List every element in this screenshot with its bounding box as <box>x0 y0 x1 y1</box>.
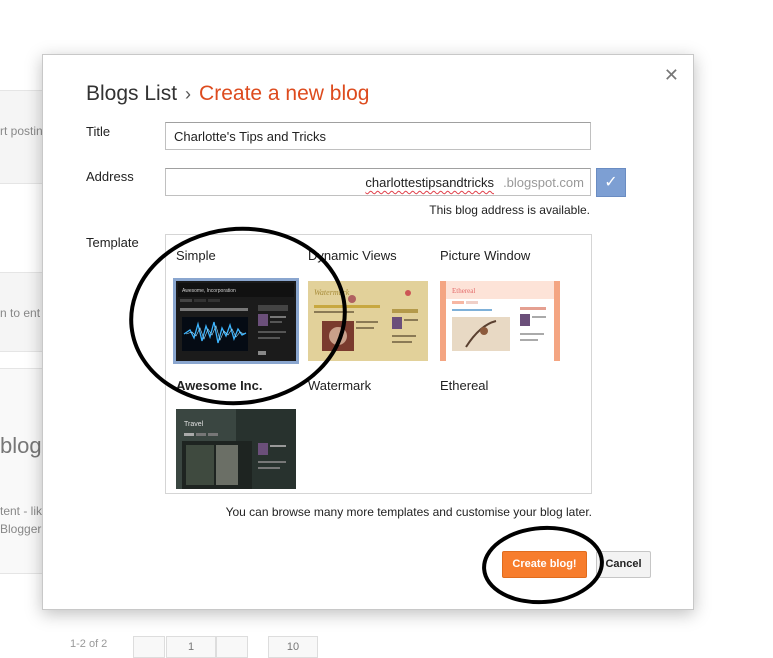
template-thumb-ethereal[interactable]: Ethereal <box>440 281 560 361</box>
cancel-button[interactable]: Cancel <box>596 551 651 578</box>
breadcrumb-blogs-list[interactable]: Blogs List <box>86 82 177 105</box>
template-name-picture-window[interactable]: Picture Window <box>440 248 530 263</box>
breadcrumb: Blogs List › Create a new blog <box>86 82 370 106</box>
template-thumb-watermark[interactable]: Watermark <box>308 281 428 361</box>
page-title: Create a new blog <box>199 82 370 105</box>
thumb-title: Ethereal <box>452 287 475 295</box>
template-variant-awesome-inc[interactable]: Awesome Inc. <box>176 378 262 393</box>
close-icon[interactable]: ✕ <box>664 66 679 84</box>
background-text: Blogger <box>0 522 42 536</box>
address-suffix: .blogspot.com <box>503 175 584 190</box>
template-hint: You can browse many more templates and c… <box>225 505 592 519</box>
address-input[interactable]: charlottestipsandtricks .blogspot.com <box>165 168 591 196</box>
thumb-title: Travel <box>184 421 204 428</box>
pagination-count: 1-2 of 2 <box>70 638 108 650</box>
create-blog-button[interactable]: Create blog! <box>502 551 587 578</box>
title-label: Title <box>86 124 111 139</box>
awesome-inc-preview: Awesome, Incorporation <box>176 281 296 361</box>
address-status: This blog address is available. <box>429 203 590 217</box>
template-name-dynamic-views[interactable]: Dynamic Views <box>308 248 397 263</box>
background-text: n to ent <box>0 306 41 320</box>
template-variant-ethereal[interactable]: Ethereal <box>440 378 488 393</box>
template-label: Template <box>86 235 139 250</box>
template-variant-watermark[interactable]: Watermark <box>308 378 371 393</box>
address-check-button[interactable]: ✓ <box>596 168 626 197</box>
ethereal-preview: Ethereal <box>440 281 560 361</box>
template-thumb-travel[interactable]: Travel <box>176 409 296 489</box>
pager-next-button[interactable] <box>216 636 248 658</box>
template-thumb-awesome-inc[interactable]: Awesome, Incorporation <box>173 278 299 364</box>
create-blog-dialog: ✕ Blogs List › Create a new blog Title Add… <box>42 54 694 610</box>
check-icon: ✓ <box>604 174 618 191</box>
thumb-title: Watermark <box>314 288 350 297</box>
template-picker: Simple Dynamic Views Picture Window Awes… <box>165 234 592 494</box>
pager-page-select[interactable]: 1 <box>166 636 216 658</box>
background-heading: blog <box>0 433 42 458</box>
address-value: charlottestipsandtricks <box>365 175 494 190</box>
background-text: rt postin <box>0 124 43 138</box>
title-input[interactable] <box>165 122 591 150</box>
background-text: tent - lik <box>0 504 43 518</box>
pager-prev-button[interactable] <box>133 636 165 658</box>
page-size-select[interactable]: 10 <box>268 636 318 658</box>
template-name-simple[interactable]: Simple <box>176 248 216 263</box>
watermark-preview: Watermark <box>308 281 428 361</box>
breadcrumb-separator: › <box>185 84 192 104</box>
thumb-title: Awesome, Incorporation <box>182 288 236 294</box>
address-label: Address <box>86 169 134 184</box>
travel-preview: Travel <box>176 409 296 489</box>
